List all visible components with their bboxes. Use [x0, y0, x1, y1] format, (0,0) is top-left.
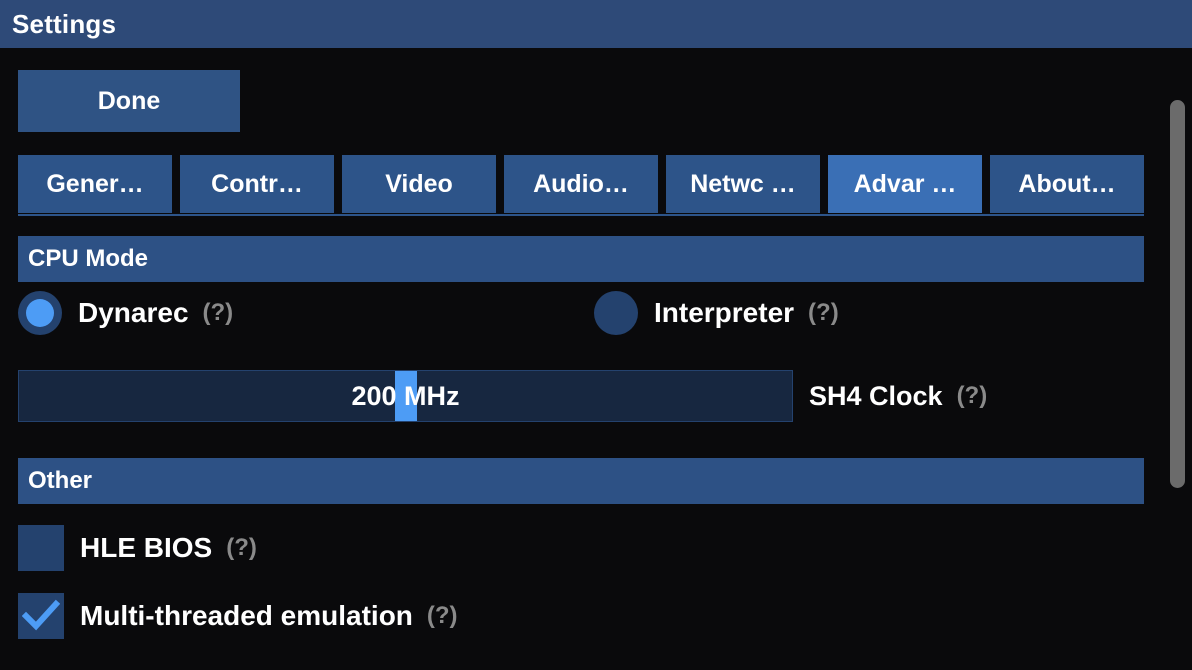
help-icon-hle-bios[interactable]: (?) [226, 536, 257, 560]
radio-dynarec-dot [26, 299, 54, 327]
settings-content: Done Gener… Contr… Video Audio… Netwc … … [0, 48, 1192, 670]
section-title-other: Other [28, 467, 93, 494]
tab-about[interactable]: About… [990, 155, 1144, 213]
radio-interpreter-dot [602, 299, 630, 327]
vertical-scrollbar-track[interactable] [1162, 96, 1192, 670]
option-row-interpreter[interactable]: Interpreter (?) [594, 291, 839, 335]
sh4-clock-slider[interactable]: 200 MHz [18, 370, 793, 422]
help-icon-dynarec[interactable]: (?) [203, 301, 234, 325]
checkbox-hle-bios[interactable] [18, 525, 64, 571]
tab-network[interactable]: Netwc … [666, 155, 820, 213]
option-row-multi-threaded-emulation[interactable]: Multi-threaded emulation (?) [18, 593, 458, 639]
done-button[interactable]: Done [18, 70, 240, 132]
radio-interpreter[interactable] [594, 291, 638, 335]
help-icon-interpreter[interactable]: (?) [808, 301, 839, 325]
help-icon-sh4-clock[interactable]: (?) [957, 384, 988, 408]
tabbar-underline [18, 214, 1144, 216]
window-title: Settings [12, 9, 117, 39]
tab-video[interactable]: Video [342, 155, 496, 213]
label-multi-threaded-emulation: Multi-threaded emulation [80, 600, 413, 631]
label-dynarec: Dynarec [78, 297, 189, 328]
help-icon-multi-threaded-emulation[interactable]: (?) [427, 604, 458, 628]
option-row-dynarec[interactable]: Dynarec (?) [18, 291, 233, 335]
section-title-cpu-mode: CPU Mode [28, 245, 148, 272]
tab-audio[interactable]: Audio… [504, 155, 658, 213]
option-row-hle-bios[interactable]: HLE BIOS (?) [18, 525, 257, 571]
label-hle-bios: HLE BIOS [80, 532, 213, 563]
vertical-scrollbar-thumb[interactable] [1170, 100, 1185, 488]
section-header-other: Other [18, 458, 1144, 504]
settings-window: Settings Done Gener… Contr… Video Audio…… [0, 0, 1192, 670]
label-sh4-clock: SH4 Clock [809, 380, 943, 411]
window-titlebar: Settings [0, 0, 1192, 48]
tab-general[interactable]: Gener… [18, 155, 172, 213]
section-header-cpu-mode: CPU Mode [18, 236, 1144, 282]
sh4-clock-value: 200 MHz [351, 380, 460, 411]
settings-tabbar: Gener… Contr… Video Audio… Netwc … Advar… [18, 155, 1144, 213]
checkmark-icon [22, 599, 60, 631]
tab-advanced[interactable]: Advar … [828, 155, 982, 213]
tab-controls[interactable]: Contr… [180, 155, 334, 213]
checkbox-multi-threaded-emulation[interactable] [18, 593, 64, 639]
label-interpreter: Interpreter [654, 297, 795, 328]
option-row-sh4-clock: 200 MHz SH4 Clock (?) [18, 370, 1144, 422]
radio-dynarec[interactable] [18, 291, 62, 335]
